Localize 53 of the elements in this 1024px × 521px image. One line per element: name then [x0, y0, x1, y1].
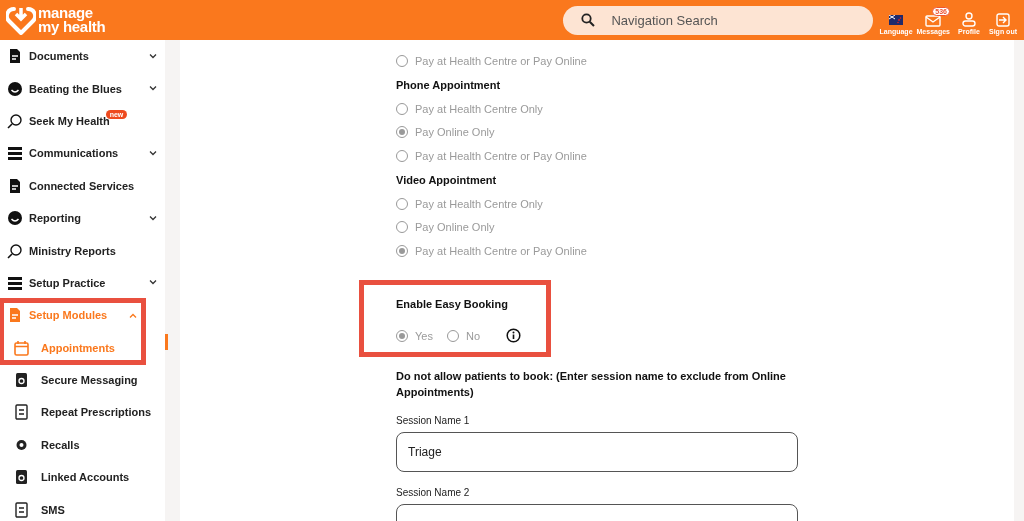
radio-option[interactable]: Pay at Health Centre Only	[396, 191, 798, 216]
menu-item-icon	[7, 242, 23, 259]
sidebar-subitem[interactable]: Secure Messaging	[0, 363, 165, 397]
menu-item-icon	[7, 210, 23, 227]
field-label: Session Name 2	[396, 486, 471, 498]
sidebar-item[interactable]: Communications	[0, 137, 165, 170]
menu-item-icon	[7, 48, 23, 65]
sidebar-item[interactable]: Connected Services	[0, 169, 165, 202]
menu-item-icon	[7, 307, 23, 324]
info-icon[interactable]	[506, 328, 521, 344]
submenu-icon	[14, 501, 29, 518]
person-icon	[962, 12, 976, 27]
sidebar-item[interactable]: Setup Practice	[0, 266, 165, 300]
search-field[interactable]: Navigation Search	[563, 5, 874, 35]
radio-option[interactable]: Pay at Health Centre or Pay Online	[396, 239, 798, 263]
sidebar-item[interactable]: Setup Modules	[0, 299, 145, 332]
field-label: Session Name 1	[396, 414, 471, 426]
menu-item-icon	[7, 112, 23, 129]
instruction-text: Do not allow patients to book: (Enter session name to exclude from Online Appointments)	[396, 368, 787, 400]
sidebar-item[interactable]: Reporting	[0, 201, 165, 235]
brand-logo[interactable]: manage my health	[38, 6, 106, 34]
menu-item-icon	[7, 274, 23, 291]
sidebar-item[interactable]: Documents	[0, 40, 165, 73]
calendar-icon	[14, 339, 29, 356]
session-name-field[interactable]: Triage	[396, 431, 798, 472]
menu-item-icon	[7, 80, 23, 97]
radio-option[interactable]: Pay at Health Centre Only	[396, 96, 798, 121]
envelope-icon	[925, 12, 942, 27]
heart-logo-icon	[6, 5, 36, 35]
section-heading: Video Appointment	[396, 172, 498, 188]
radio-option[interactable]: Yes	[396, 323, 433, 348]
radio-option[interactable]: Pay at Health Centre or Pay Online	[396, 144, 798, 168]
radio-option[interactable]: No	[446, 323, 480, 348]
sidebar-subitem[interactable]: Linked Accounts	[0, 461, 165, 494]
menu-item-icon	[7, 177, 23, 194]
submenu-icon	[14, 469, 29, 486]
sign-out-icon	[996, 12, 1010, 27]
menu-item-icon	[7, 145, 23, 162]
sidebar-item[interactable]: Ministry Reports	[0, 234, 165, 267]
sidebar-subitem[interactable]: Recalls	[0, 428, 165, 462]
sidebar-item[interactable]: Beating the Blues	[0, 72, 165, 105]
search-icon	[581, 13, 596, 27]
section-heading: Phone Appointment	[396, 77, 502, 93]
section-heading: Enable Easy Booking	[396, 296, 509, 312]
radio-option[interactable]: Pay Online Only	[396, 120, 798, 145]
submenu-icon	[14, 404, 29, 421]
sidebar-subitem[interactable]: Appointments	[0, 331, 145, 364]
flag-icon	[889, 14, 903, 25]
submenu-icon	[14, 372, 29, 389]
radio-option[interactable]: Pay at Health Centre or Pay Online	[396, 49, 798, 73]
sidebar-subitem[interactable]: SMS	[0, 493, 165, 521]
sidebar-subitem[interactable]: Repeat Prescriptions	[0, 396, 165, 429]
radio-option[interactable]: Pay Online Only	[396, 215, 798, 240]
